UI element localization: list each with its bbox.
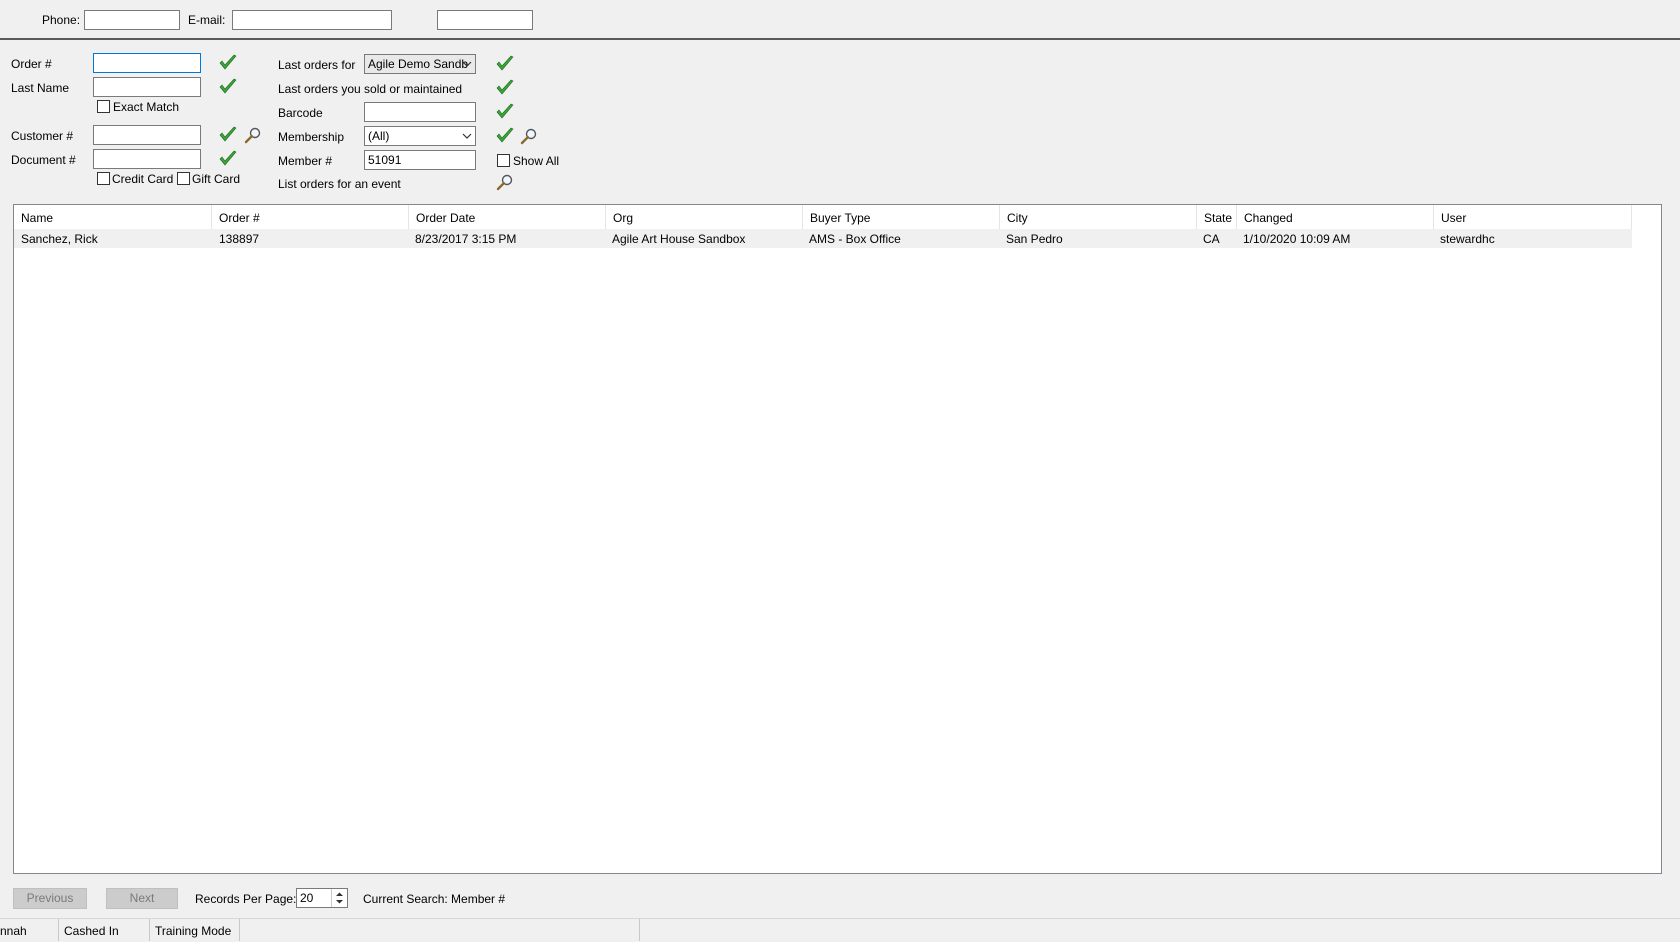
- search-icon[interactable]: [244, 126, 262, 144]
- last-orders-for-label: Last orders for: [278, 58, 356, 72]
- next-button[interactable]: Next: [106, 888, 178, 909]
- exact-match-checkbox[interactable]: [97, 100, 110, 113]
- grid-header: Name Order # Order Date Org Buyer Type C…: [14, 205, 1661, 229]
- phone-field[interactable]: [84, 10, 180, 30]
- last-name-label: Last Name: [11, 81, 70, 95]
- column-header-order[interactable]: Order #: [212, 205, 409, 229]
- status-bar: nnah Cashed In Training Mode: [0, 918, 1680, 942]
- email-label: E-mail:: [188, 13, 226, 27]
- status-cashed-in: Cashed In: [59, 919, 150, 941]
- cell-name: Sanchez, Rick: [21, 232, 98, 246]
- credit-card-label: Credit Card: [112, 172, 174, 186]
- customer-number-label: Customer #: [11, 129, 74, 143]
- column-header-buyer-type[interactable]: Buyer Type: [803, 205, 1000, 229]
- barcode-field[interactable]: [364, 102, 476, 122]
- chevron-up-down-icon: [336, 892, 343, 904]
- cell-state: CA: [1203, 232, 1220, 246]
- check-icon[interactable]: [496, 103, 514, 121]
- show-all-checkbox[interactable]: [497, 154, 510, 167]
- previous-button[interactable]: Previous: [13, 888, 87, 909]
- exact-match-label: Exact Match: [113, 100, 180, 114]
- cell-city: San Pedro: [1006, 232, 1063, 246]
- gift-card-checkbox[interactable]: [177, 172, 190, 185]
- column-header-name[interactable]: Name: [14, 205, 212, 229]
- check-icon[interactable]: [496, 55, 514, 73]
- check-icon[interactable]: [219, 126, 237, 144]
- last-orders-for-dropdown[interactable]: Agile Demo Sandb: [364, 54, 476, 74]
- records-per-page-stepper[interactable]: 20: [296, 888, 348, 908]
- current-search-text: Current Search: Member #: [363, 892, 506, 906]
- chevron-down-icon: [462, 133, 472, 139]
- search-icon[interactable]: [496, 173, 514, 191]
- member-number-label: Member #: [278, 154, 333, 168]
- order-number-field[interactable]: [93, 53, 201, 73]
- extra-field[interactable]: [437, 10, 533, 30]
- check-icon[interactable]: [219, 54, 237, 72]
- cell-buyer-type: AMS - Box Office: [809, 232, 901, 246]
- chevron-down-icon: [462, 61, 472, 67]
- stepper-arrows[interactable]: [331, 889, 347, 907]
- order-number-label: Order #: [11, 57, 52, 71]
- column-header-city[interactable]: City: [1000, 205, 1197, 229]
- customer-number-field[interactable]: [93, 125, 201, 145]
- check-icon[interactable]: [496, 79, 514, 97]
- cell-org: Agile Art House Sandbox: [612, 232, 746, 246]
- credit-card-checkbox[interactable]: [97, 172, 110, 185]
- check-icon[interactable]: [219, 78, 237, 96]
- last-orders-sold-label: Last orders you sold or maintained: [278, 82, 463, 96]
- records-per-page-value: 20: [300, 891, 314, 905]
- membership-value: (All): [368, 129, 390, 143]
- status-empty: [240, 919, 640, 941]
- check-icon[interactable]: [219, 150, 237, 168]
- header-separator: [0, 38, 1680, 40]
- membership-dropdown[interactable]: (All): [364, 126, 476, 146]
- membership-label: Membership: [278, 130, 345, 144]
- last-name-field[interactable]: [93, 77, 201, 97]
- records-per-page-label: Records Per Page:: [195, 892, 297, 906]
- results-grid[interactable]: Name Order # Order Date Org Buyer Type C…: [13, 204, 1662, 874]
- status-training-mode: Training Mode: [150, 919, 240, 941]
- barcode-label: Barcode: [278, 106, 323, 120]
- check-icon[interactable]: [496, 127, 514, 145]
- status-user: nnah: [0, 919, 59, 941]
- cell-changed: 1/10/2020 10:09 AM: [1243, 232, 1351, 246]
- gift-card-label: Gift Card: [192, 172, 241, 186]
- phone-label: Phone:: [42, 13, 81, 27]
- cell-order: 138897: [219, 232, 260, 246]
- document-number-label: Document #: [11, 153, 76, 167]
- column-header-org[interactable]: Org: [606, 205, 803, 229]
- column-header-changed[interactable]: Changed: [1237, 205, 1434, 229]
- show-all-label: Show All: [513, 154, 560, 168]
- table-row[interactable]: Sanchez, Rick 138897 8/23/2017 3:15 PM A…: [14, 229, 1632, 248]
- search-icon[interactable]: [520, 127, 538, 145]
- member-number-field[interactable]: 51091: [364, 150, 476, 170]
- column-header-state[interactable]: State: [1197, 205, 1237, 229]
- list-orders-event-label: List orders for an event: [278, 177, 401, 191]
- last-orders-for-value: Agile Demo Sandb: [368, 57, 469, 71]
- document-number-field[interactable]: [93, 149, 201, 169]
- cell-user: stewardhc: [1440, 232, 1495, 246]
- email-field[interactable]: [232, 10, 392, 30]
- cell-order-date: 8/23/2017 3:15 PM: [415, 232, 517, 246]
- column-header-order-date[interactable]: Order Date: [409, 205, 606, 229]
- column-header-user[interactable]: User: [1434, 205, 1632, 229]
